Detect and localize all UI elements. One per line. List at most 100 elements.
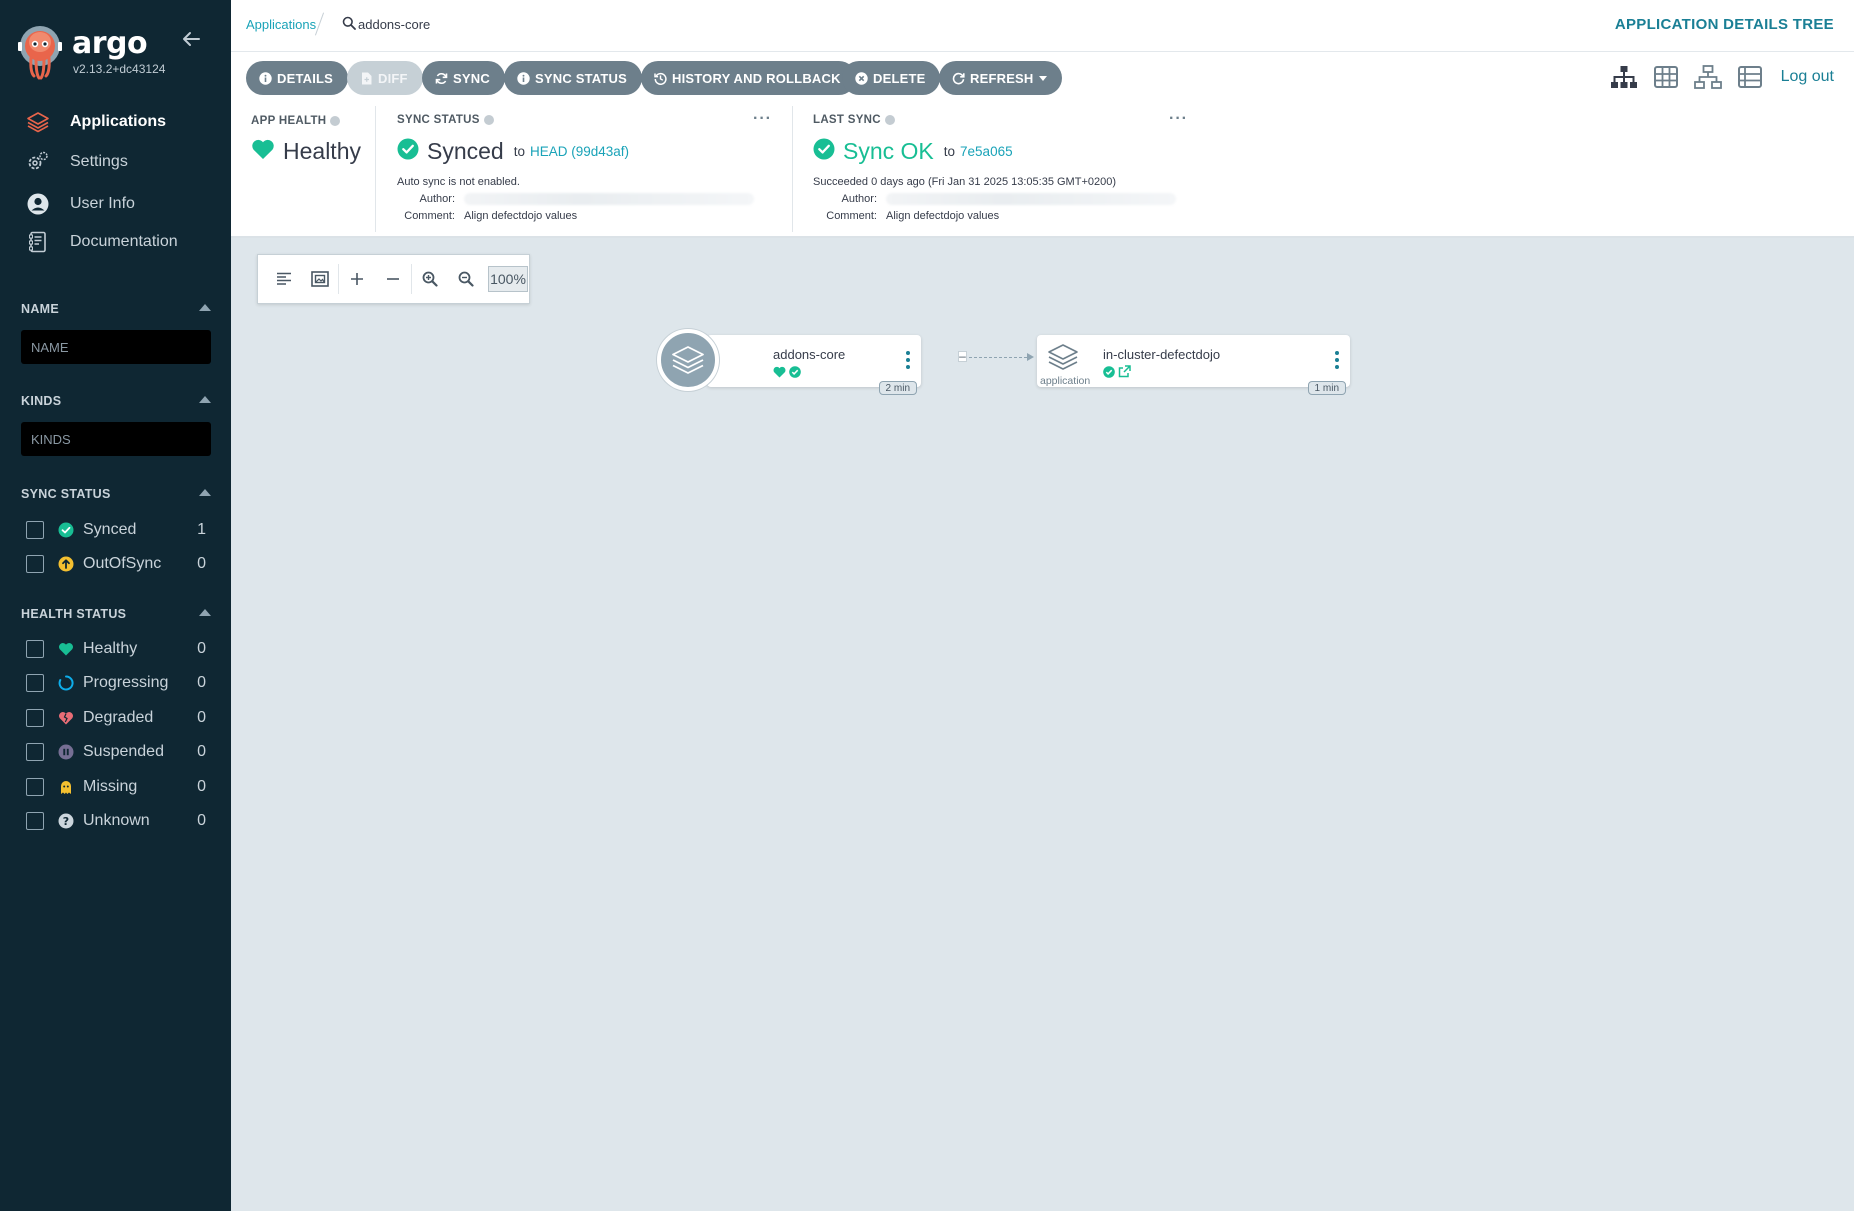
node-name: in-cluster-defectdojo xyxy=(1103,347,1221,362)
facet-count: 1 xyxy=(197,521,206,538)
caret-up-icon[interactable] xyxy=(199,304,211,311)
facet-label: OutOfSync xyxy=(83,555,162,572)
caret-up-icon[interactable] xyxy=(199,489,211,496)
checkbox[interactable] xyxy=(26,709,44,727)
sync-status-value: Synced to HEAD (99d43af) xyxy=(397,138,629,165)
search-icon xyxy=(342,16,356,30)
collapse-sidebar-icon[interactable] xyxy=(180,28,202,50)
name-filter-input[interactable] xyxy=(21,330,211,364)
network-view-icon[interactable] xyxy=(1693,64,1723,90)
list-view-icon[interactable] xyxy=(1735,64,1765,90)
nav-user-info[interactable]: User Info xyxy=(26,190,135,218)
nav-documentation[interactable]: Documentation xyxy=(26,228,178,256)
edge-collapse-marker[interactable]: – xyxy=(958,350,967,362)
node-menu-icon[interactable] xyxy=(1334,349,1340,371)
info-circle-icon xyxy=(258,71,272,85)
logout-link[interactable]: Log out xyxy=(1781,68,1834,86)
check-circle-icon xyxy=(397,138,419,165)
nav-label: Settings xyxy=(70,153,128,170)
app-health-title: APP HEALTH xyxy=(251,115,341,127)
author-value-redacted xyxy=(464,193,754,208)
layers-icon xyxy=(26,110,50,134)
history-rollback-button[interactable]: HISTORY AND ROLLBACK xyxy=(641,61,856,95)
details-button[interactable]: DETAILS xyxy=(246,61,349,95)
node-kind-label: application xyxy=(1040,375,1091,387)
checkbox[interactable] xyxy=(26,674,44,692)
checkbox[interactable] xyxy=(26,521,44,539)
sync-status-more-menu[interactable]: ··· xyxy=(753,110,772,128)
filter-heading-label: KINDS xyxy=(21,394,62,408)
facet-healthy[interactable]: Healthy 0 xyxy=(26,637,206,661)
fit-screen-icon[interactable] xyxy=(302,261,338,297)
facet-synced[interactable]: Synced 1 xyxy=(26,518,206,542)
expand-plus-icon[interactable] xyxy=(339,261,375,297)
nav-applications[interactable]: Applications xyxy=(26,108,166,136)
facet-missing[interactable]: Missing 0 xyxy=(26,775,206,799)
facet-degraded[interactable]: Degraded 0 xyxy=(26,706,206,730)
app-version: v2.13.2+dc43124 xyxy=(73,62,166,76)
last-sync-revision-link[interactable]: 7e5a065 xyxy=(960,144,1013,159)
filter-heading-name[interactable]: NAME xyxy=(21,302,211,316)
align-left-icon[interactable] xyxy=(266,261,302,297)
collapse-minus-icon[interactable] xyxy=(375,261,411,297)
delete-button[interactable]: DELETE xyxy=(842,61,941,95)
application-layers-icon xyxy=(1048,344,1078,370)
tree-view-icon[interactable] xyxy=(1609,64,1639,90)
refresh-button[interactable]: REFRESH xyxy=(939,61,1062,95)
facet-suspended[interactable]: Suspended 0 xyxy=(26,740,206,764)
node-status-icons xyxy=(1103,365,1131,383)
zoom-level[interactable]: 100% xyxy=(488,266,528,292)
help-icon[interactable] xyxy=(330,116,341,126)
nav-label: Applications xyxy=(70,113,167,130)
nav-label: User Info xyxy=(70,195,135,212)
filter-heading-sync-status[interactable]: SYNC STATUS xyxy=(21,487,211,501)
root-app-icon[interactable] xyxy=(657,329,719,391)
view-switcher: Log out xyxy=(1597,64,1834,90)
tree-node-root[interactable]: addons-core 2 min xyxy=(707,335,921,395)
zoom-in-icon[interactable] xyxy=(412,261,448,297)
external-link-icon[interactable] xyxy=(1118,365,1131,383)
filter-heading-label: HEALTH STATUS xyxy=(21,607,127,621)
sync-button[interactable]: SYNC xyxy=(422,61,505,95)
pods-grid-view-icon[interactable] xyxy=(1651,64,1681,90)
nav-settings[interactable]: Settings xyxy=(26,148,128,176)
last-sync-more-menu[interactable]: ··· xyxy=(1169,110,1188,128)
argo-logo-icon[interactable] xyxy=(18,24,62,80)
resource-tree-canvas[interactable]: 100% addons-core 2 min – application in-… xyxy=(231,238,1854,1211)
facet-label: Synced xyxy=(83,521,137,538)
facet-outofsync[interactable]: OutOfSync 0 xyxy=(26,552,206,576)
help-icon[interactable] xyxy=(483,115,494,125)
node-age-badge: 2 min xyxy=(878,381,917,395)
redo-icon xyxy=(951,71,965,85)
breadcrumb-current-app[interactable]: addons-core xyxy=(358,17,430,32)
facet-label: Healthy xyxy=(83,640,138,657)
auto-sync-note: Auto sync is not enabled. xyxy=(397,176,520,188)
tree-node-child[interactable]: application in-cluster-defectdojo 1 min xyxy=(1037,335,1350,395)
caret-up-icon[interactable] xyxy=(199,396,211,403)
facet-label: Suspended xyxy=(83,743,164,760)
filter-heading-label: NAME xyxy=(21,302,60,316)
breadcrumb-applications-link[interactable]: Applications xyxy=(246,17,316,32)
facet-progressing[interactable]: Progressing 0 xyxy=(26,671,206,695)
checkbox[interactable] xyxy=(26,778,44,796)
filter-heading-kinds[interactable]: KINDS xyxy=(21,394,211,408)
sync-status-button[interactable]: SYNC STATUS xyxy=(504,61,643,95)
checkbox[interactable] xyxy=(26,812,44,830)
checkbox[interactable] xyxy=(26,555,44,573)
checkbox[interactable] xyxy=(26,640,44,658)
sync-revision-link[interactable]: HEAD (99d43af) xyxy=(530,144,629,159)
zoom-out-icon[interactable] xyxy=(448,261,484,297)
caret-down-icon[interactable] xyxy=(1038,75,1047,81)
diff-button[interactable]: DIFF xyxy=(347,61,423,95)
facet-unknown[interactable]: ? Unknown 0 xyxy=(26,809,206,833)
checkbox[interactable] xyxy=(26,743,44,761)
node-menu-icon[interactable] xyxy=(905,349,911,371)
kinds-filter-input[interactable] xyxy=(21,422,211,456)
comment-label: Comment: xyxy=(404,210,455,222)
filter-heading-health-status[interactable]: HEALTH STATUS xyxy=(21,607,211,621)
history-label: HISTORY AND ROLLBACK xyxy=(672,70,841,86)
author-label: Author: xyxy=(419,193,455,205)
caret-up-icon[interactable] xyxy=(199,609,211,616)
help-icon[interactable] xyxy=(884,115,895,125)
book-icon xyxy=(26,230,50,254)
